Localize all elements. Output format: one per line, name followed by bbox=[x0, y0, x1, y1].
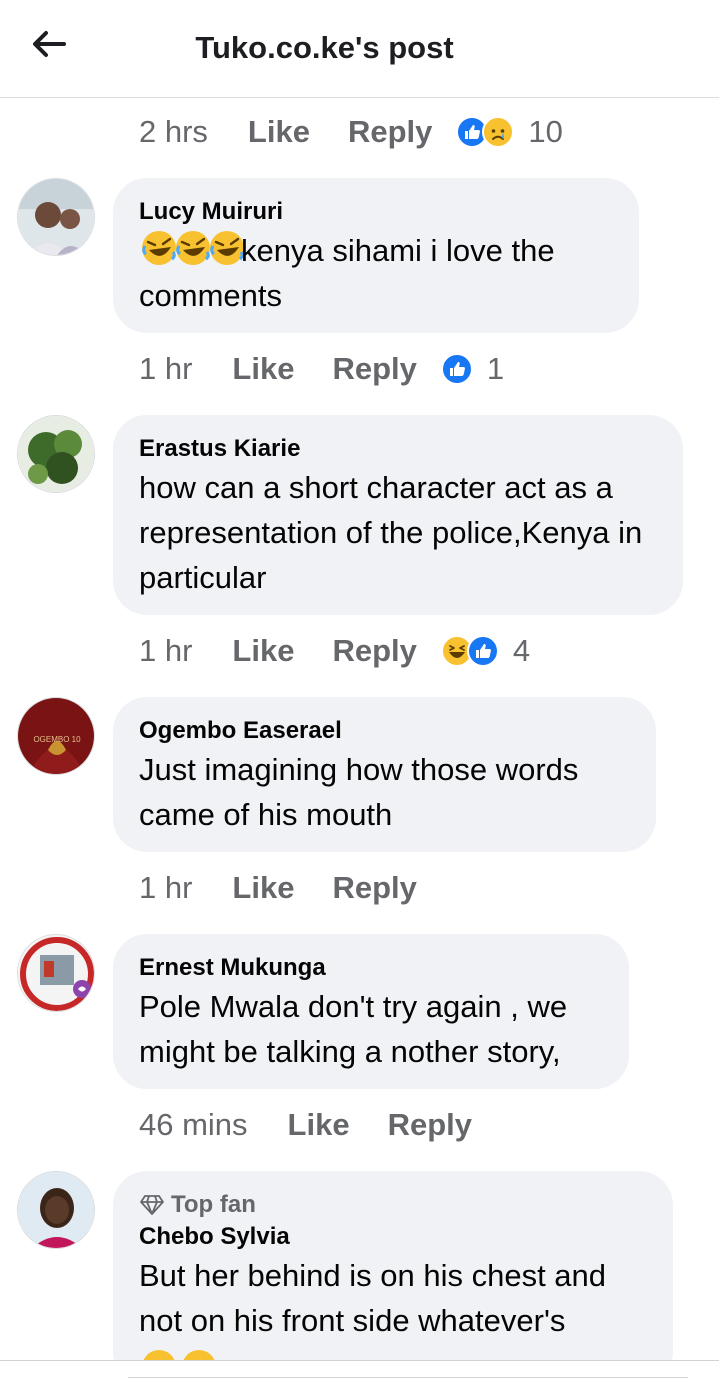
comment-author[interactable]: Ernest Mukunga bbox=[139, 952, 603, 984]
page-title: Tuko.co.ke's post bbox=[195, 30, 454, 65]
comment-time: 46 mins bbox=[139, 1107, 248, 1142]
comment-bubble: Erastus Kiarie how can a short character… bbox=[113, 415, 683, 615]
comment-bubble: Top fan Chebo Sylvia But her behind is o… bbox=[113, 1171, 673, 1378]
comment-author[interactable]: Ogembo Easerael bbox=[139, 715, 630, 747]
comment-time: 1 hr bbox=[139, 351, 193, 386]
like-button[interactable]: Like bbox=[232, 633, 294, 669]
like-icon bbox=[466, 635, 499, 667]
comment-text-body: But her behind is on his chest and not o… bbox=[139, 1258, 607, 1338]
comment-meta-row: 1 hr Like Reply 4 bbox=[139, 629, 530, 673]
reply-button[interactable]: Reply bbox=[348, 114, 432, 150]
top-fan-badge: Top fan bbox=[139, 1189, 647, 1221]
diamond-icon bbox=[140, 1195, 164, 1215]
comment-time: 1 hr bbox=[139, 633, 193, 668]
reply-button[interactable]: Reply bbox=[388, 1107, 472, 1143]
comment-meta-row: 2 hrs Like Reply 10 bbox=[139, 110, 563, 154]
comment-meta-row: 1 hr Like Reply bbox=[139, 866, 455, 910]
reaction-count: 4 bbox=[512, 633, 531, 668]
reply-button[interactable]: Reply bbox=[332, 870, 416, 906]
like-button[interactable]: Like bbox=[248, 114, 310, 150]
avatar[interactable] bbox=[17, 415, 95, 493]
comment-time: 2 hrs bbox=[139, 114, 208, 149]
comment-text: kenya sihami i love the comments bbox=[139, 228, 613, 318]
sad-icon bbox=[482, 116, 515, 148]
reaction-count: 1 bbox=[486, 351, 505, 386]
like-button[interactable]: Like bbox=[232, 351, 294, 387]
reaction-summary[interactable] bbox=[440, 353, 473, 385]
like-button[interactable]: Like bbox=[232, 870, 294, 906]
svg-text:OGEMBO 10: OGEMBO 10 bbox=[33, 735, 81, 744]
comment-author[interactable]: Erastus Kiarie bbox=[139, 433, 657, 465]
like-button[interactable]: Like bbox=[288, 1107, 350, 1143]
comment-author[interactable]: Lucy Muiruri bbox=[139, 196, 613, 228]
top-fan-label: Top fan bbox=[171, 1191, 256, 1218]
comment-text: Pole Mwala don't try again , we might be… bbox=[139, 989, 568, 1069]
comment-bubble: Ernest Mukunga Pole Mwala don't try agai… bbox=[113, 934, 629, 1089]
avatar[interactable] bbox=[17, 1171, 95, 1249]
comment-text: Just imagining how those words came of h… bbox=[139, 752, 579, 832]
comment-meta-row: 46 mins Like Reply bbox=[139, 1103, 510, 1147]
comment-time: 1 hr bbox=[139, 870, 193, 905]
avatar[interactable]: OGEMBO 10 bbox=[17, 697, 95, 775]
comment-author[interactable]: Chebo Sylvia bbox=[139, 1221, 647, 1253]
reaction-summary[interactable] bbox=[456, 116, 515, 148]
comment-text: how can a short character act as a repre… bbox=[139, 470, 643, 595]
comment-composer-bar[interactable] bbox=[0, 1360, 719, 1378]
avatar[interactable] bbox=[17, 178, 95, 256]
comment-bubble: Ogembo Easerael Just imagining how those… bbox=[113, 697, 656, 852]
comment-meta-row: 1 hr Like Reply 1 bbox=[139, 347, 504, 391]
comment-bubble: Lucy Muiruri kenya sihami i love the com… bbox=[113, 178, 639, 333]
reaction-count: 10 bbox=[528, 114, 563, 149]
comment-text: But her behind is on his chest and not o… bbox=[139, 1253, 647, 1367]
like-icon bbox=[440, 353, 473, 385]
avatar[interactable] bbox=[17, 934, 95, 1012]
reaction-summary[interactable] bbox=[440, 635, 499, 667]
reply-button[interactable]: Reply bbox=[332, 633, 416, 669]
post-header: Tuko.co.ke's post bbox=[0, 0, 719, 98]
reply-button[interactable]: Reply bbox=[332, 351, 416, 387]
